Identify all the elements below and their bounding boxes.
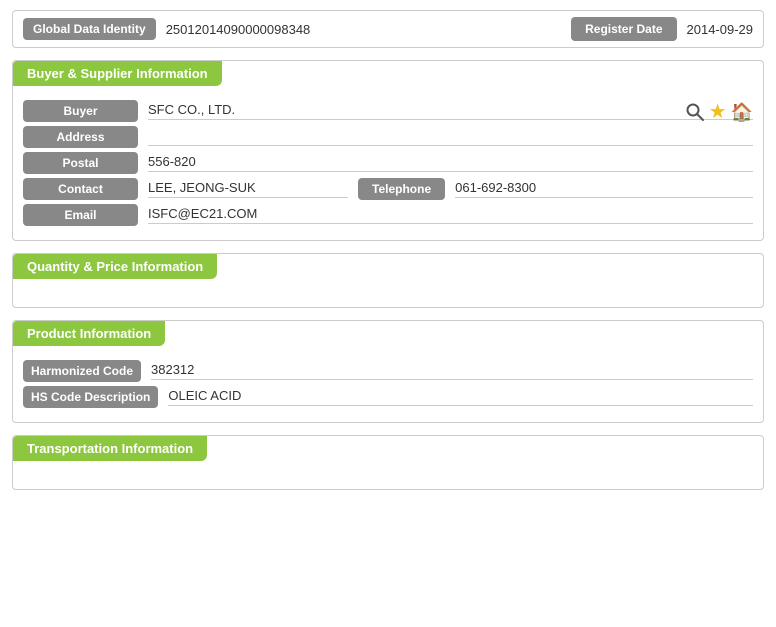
postal-value: 556-820 bbox=[148, 154, 753, 172]
search-icon[interactable] bbox=[685, 102, 705, 122]
contact-label: Contact bbox=[23, 178, 138, 200]
product-info-section: Product Information Harmonized Code 3823… bbox=[12, 320, 764, 423]
hs-code-desc-row: HS Code Description OLEIC ACID bbox=[23, 386, 753, 408]
harmonized-code-label: Harmonized Code bbox=[23, 360, 141, 382]
star-icon[interactable]: ★ bbox=[709, 102, 727, 122]
buyer-label: Buyer bbox=[23, 100, 138, 122]
address-row: Address bbox=[23, 126, 753, 148]
quantity-price-section: Quantity & Price Information bbox=[12, 253, 764, 308]
buyer-supplier-section: Buyer & Supplier Information Buyer SFC C… bbox=[12, 60, 764, 241]
contact-value: LEE, JEONG-SUK bbox=[148, 180, 348, 198]
global-data-label: Global Data Identity bbox=[23, 18, 156, 40]
global-data-value: 25012014090000098348 bbox=[166, 22, 571, 37]
contact-row: Contact LEE, JEONG-SUK Telephone 061-692… bbox=[23, 178, 753, 200]
hs-code-desc-value: OLEIC ACID bbox=[168, 388, 753, 406]
buyer-supplier-header: Buyer & Supplier Information bbox=[13, 61, 222, 86]
email-label: Email bbox=[23, 204, 138, 226]
action-icons: ★ 🏠 bbox=[685, 102, 753, 122]
register-date-button[interactable]: Register Date bbox=[571, 17, 676, 41]
buyer-value: SFC CO., LTD. bbox=[148, 102, 753, 120]
postal-row: Postal 556-820 bbox=[23, 152, 753, 174]
register-date-value: 2014-09-29 bbox=[687, 22, 754, 37]
buyer-row: Buyer SFC CO., LTD. ★ 🏠 bbox=[23, 100, 753, 122]
global-data-bar: Global Data Identity 2501201409000009834… bbox=[12, 10, 764, 48]
email-value: ISFC@EC21.COM bbox=[148, 206, 753, 224]
quantity-price-header: Quantity & Price Information bbox=[13, 254, 217, 279]
telephone-value: 061-692-8300 bbox=[455, 180, 753, 198]
email-row: Email ISFC@EC21.COM bbox=[23, 204, 753, 226]
transportation-header: Transportation Information bbox=[13, 436, 207, 461]
harmonized-code-value: 382312 bbox=[151, 362, 753, 380]
address-value bbox=[148, 128, 753, 146]
home-icon[interactable]: 🏠 bbox=[731, 103, 753, 121]
harmonized-code-row: Harmonized Code 382312 bbox=[23, 360, 753, 382]
transportation-section: Transportation Information bbox=[12, 435, 764, 490]
hs-code-desc-label: HS Code Description bbox=[23, 386, 158, 408]
telephone-button[interactable]: Telephone bbox=[358, 178, 445, 200]
address-label: Address bbox=[23, 126, 138, 148]
postal-label: Postal bbox=[23, 152, 138, 174]
product-info-header: Product Information bbox=[13, 321, 165, 346]
